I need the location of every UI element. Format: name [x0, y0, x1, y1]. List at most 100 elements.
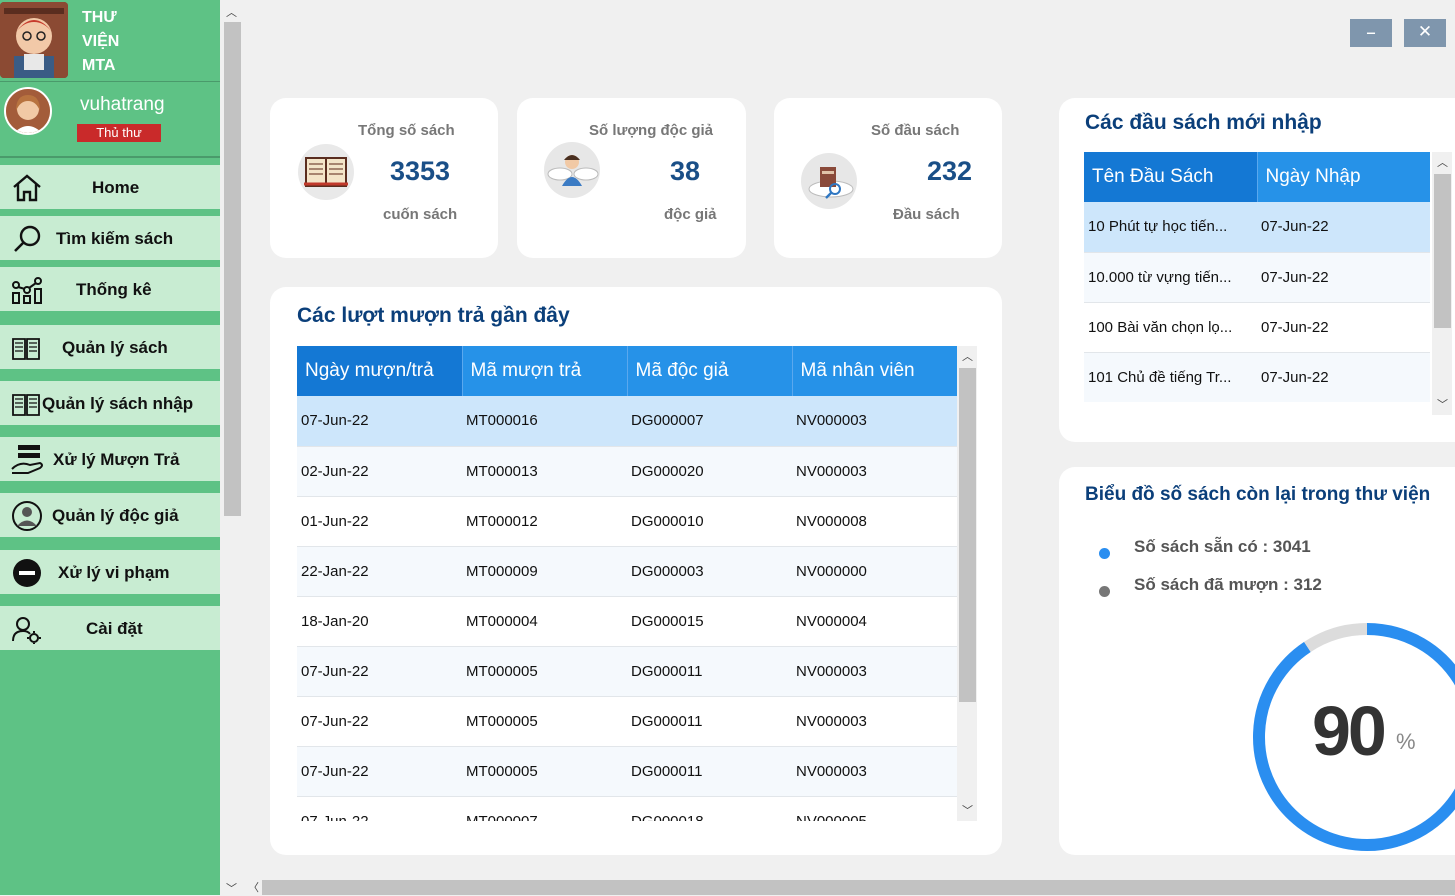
scroll-down-icon[interactable]: ﹀: [1437, 396, 1448, 412]
scroll-up-icon[interactable]: ︿: [226, 4, 237, 20]
column-header[interactable]: Mã mượn trả: [462, 346, 628, 396]
cell-date: 07-Jun-22: [297, 646, 462, 697]
table-row[interactable]: 02-Jun-22 MT000013 DG000020 NV000003: [297, 446, 957, 497]
scroll-left-icon[interactable]: 〈: [248, 879, 259, 895]
cell-date: 22-Jan-22: [297, 546, 462, 597]
stat-unit: cuốn sách: [383, 206, 458, 223]
table-row[interactable]: 01-Jun-22 MT000012 DG000010 NV000008: [297, 496, 957, 547]
scroll-up-icon[interactable]: ︿: [1437, 154, 1448, 170]
cell-title: 101 Chủ đề tiếng Tr...: [1084, 352, 1257, 402]
statistics-icon: [10, 275, 44, 305]
cell-reader-id: DG000003: [627, 546, 792, 597]
nav-label: Quản lý sách: [62, 338, 168, 357]
nav-label: Thống kê: [76, 280, 152, 299]
nav-statistics[interactable]: Thống kê: [0, 267, 220, 314]
cell-date: 01-Jun-22: [297, 496, 462, 547]
table-row[interactable]: 07-Jun-22 MT000007 DG000018 NV000005: [297, 796, 957, 821]
nav-borrow-return[interactable]: Xử lý Mượn Trả: [0, 437, 220, 484]
nav-manage-books[interactable]: Quản lý sách: [0, 325, 220, 372]
nav-label: Cài đặt: [86, 619, 143, 638]
cell-title: 10 Phút tự học tiến...: [1084, 202, 1257, 253]
nav-manage-imports[interactable]: Quản lý sách nhập: [0, 381, 220, 428]
column-header[interactable]: Ngày mượn/trả: [297, 346, 463, 396]
cell-reader-id: DG000011: [627, 646, 792, 697]
sidebar: THƯ VIỆN MTA vuhatrang Thủ thư Home Tìm …: [0, 0, 220, 895]
cell-loan-id: MT000005: [462, 696, 627, 747]
cell-reader-id: DG000020: [627, 446, 792, 497]
nav-label: Tìm kiếm sách: [56, 229, 174, 248]
table-row[interactable]: 07-Jun-22 MT000005 DG000011 NV000003: [297, 746, 957, 797]
nav-label: Xử lý Mượn Trả: [53, 450, 180, 469]
book-import-icon: [10, 389, 44, 419]
table-row[interactable]: 07-Jun-22 MT000005 DG000011 NV000003: [297, 696, 957, 747]
nav-search-books[interactable]: Tìm kiếm sách: [0, 216, 220, 263]
column-header[interactable]: Tên Đầu Sách: [1084, 152, 1258, 202]
scroll-up-icon[interactable]: ︿: [962, 348, 973, 364]
logo: THƯ VIỆN MTA: [0, 0, 220, 82]
column-header[interactable]: Mã nhân viên: [792, 346, 957, 396]
user-panel: vuhatrang Thủ thư: [0, 84, 220, 158]
table-row[interactable]: 22-Jan-22 MT000009 DG000003 NV000000: [297, 546, 957, 597]
column-header[interactable]: Mã độc giả: [627, 346, 793, 396]
recent-loans-scrollbar[interactable]: ︿ ﹀: [957, 346, 977, 821]
stat-card-titles: Số đầu sách 232 Đầu sách: [774, 98, 1002, 258]
table-row[interactable]: 07-Jun-22 MT000016 DG000007 NV000003: [297, 396, 957, 447]
page-horizontal-scroll-thumb[interactable]: [262, 880, 1455, 895]
cell-date: 07-Jun-22: [297, 796, 462, 821]
new-books-scrollbar[interactable]: ︿ ﹀: [1432, 152, 1452, 415]
recent-loans-card: Các lượt mượn trả gần đây Ngày mượn/trả …: [270, 287, 1002, 855]
username: vuhatrang: [80, 94, 165, 115]
cell-loan-id: MT000009: [462, 546, 627, 597]
page-vertical-scroll-thumb[interactable]: [224, 22, 241, 516]
cell-reader-id: DG000018: [627, 796, 792, 821]
cell-loan-id: MT000007: [462, 796, 627, 821]
stat-label: Số lượng độc giả: [589, 122, 714, 139]
cell-loan-id: MT000005: [462, 746, 627, 797]
stat-card-total-books: Tổng số sách 3353 cuốn sách: [270, 98, 498, 258]
legend-dot-available: [1099, 548, 1110, 559]
cell-staff-id: NV000003: [792, 396, 957, 447]
nav-label: Home: [92, 178, 140, 197]
reader-cloud-icon: [544, 142, 600, 198]
cell-date: 07-Jun-22: [1257, 252, 1430, 303]
book-search-icon: [801, 153, 857, 209]
table-row[interactable]: 10.000 từ vựng tiến... 07-Jun-22: [1084, 252, 1430, 303]
cell-reader-id: DG000010: [627, 496, 792, 547]
cell-date: 02-Jun-22: [297, 446, 462, 497]
recent-loans-scroll-thumb[interactable]: [959, 368, 976, 702]
new-books-card: Các đầu sách mới nhập Tên Đầu Sách Ngày …: [1059, 98, 1455, 442]
cell-loan-id: MT000004: [462, 596, 627, 647]
new-books-table-wrap: Tên Đầu Sách Ngày Nhập 10 Phút tự học ti…: [1084, 152, 1430, 402]
table-row[interactable]: 101 Chủ đề tiếng Tr... 07-Jun-22: [1084, 352, 1430, 402]
minimize-button[interactable]: –: [1350, 19, 1392, 47]
nav-violations[interactable]: Xử lý vi phạm: [0, 550, 220, 597]
cell-staff-id: NV000008: [792, 496, 957, 547]
legend-borrowed: Số sách đã mượn : 312: [1134, 575, 1322, 594]
nav-settings[interactable]: Cài đặt: [0, 606, 220, 653]
column-header[interactable]: Ngày Nhập: [1257, 152, 1430, 202]
cell-date: 07-Jun-22: [297, 396, 462, 447]
nav-manage-readers[interactable]: Quản lý độc giả: [0, 493, 220, 540]
stat-unit: độc giả: [664, 206, 717, 223]
cell-date: 07-Jun-22: [1257, 352, 1430, 402]
close-button[interactable]: ✕: [1404, 19, 1446, 47]
scroll-down-icon[interactable]: ﹀: [962, 802, 973, 818]
new-books-scroll-thumb[interactable]: [1434, 174, 1451, 328]
library-logo-icon: [0, 2, 68, 78]
stat-label: Tổng số sách: [358, 122, 455, 139]
home-icon: [10, 173, 44, 203]
table-row[interactable]: 07-Jun-22 MT000005 DG000011 NV000003: [297, 646, 957, 697]
cell-reader-id: DG000007: [627, 396, 792, 447]
cell-date: 07-Jun-22: [1257, 202, 1430, 253]
settings-icon: [10, 614, 44, 645]
nav-home[interactable]: Home: [0, 165, 220, 212]
table-row[interactable]: 18-Jan-20 MT000004 DG000015 NV000004: [297, 596, 957, 647]
nav-label: Quản lý sách nhập: [42, 394, 194, 413]
table-row[interactable]: 100 Bài văn chọn lọ... 07-Jun-22: [1084, 302, 1430, 353]
violation-icon: [10, 558, 44, 588]
chart-title: Biểu đồ số sách còn lại trong thư viện: [1085, 484, 1431, 505]
nav-label: Quản lý độc giả: [52, 506, 179, 525]
table-row[interactable]: 10 Phút tự học tiến... 07-Jun-22: [1084, 202, 1430, 253]
scroll-down-icon[interactable]: ﹀: [226, 880, 237, 896]
stat-unit: Đầu sách: [893, 206, 960, 223]
